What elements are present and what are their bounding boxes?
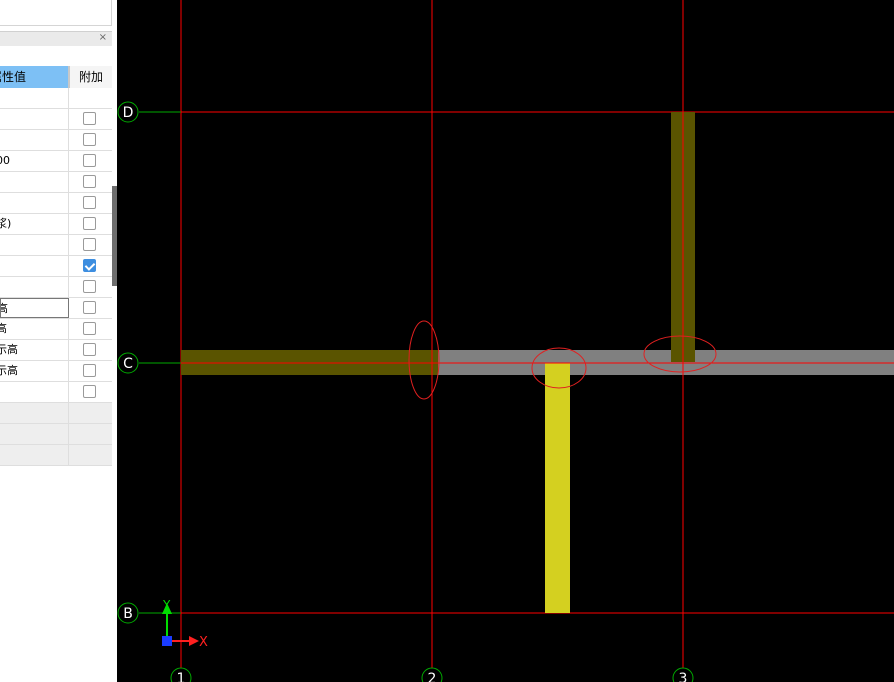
property-value-cell[interactable]: 示高 xyxy=(0,361,69,381)
attach-checkbox[interactable] xyxy=(83,175,96,188)
property-row[interactable] xyxy=(0,88,112,109)
drawing-svg[interactable]: D C B 1 2 3 Y X xyxy=(117,0,894,682)
property-row[interactable] xyxy=(0,193,112,214)
property-row[interactable] xyxy=(0,130,112,151)
property-value-text: 高 xyxy=(1,299,8,317)
property-value-cell[interactable]: 高 xyxy=(0,319,69,339)
property-value-cell[interactable] xyxy=(0,88,69,108)
property-row[interactable] xyxy=(0,109,112,130)
property-value-cell[interactable] xyxy=(0,403,69,423)
property-value-text: 00 xyxy=(0,154,10,167)
property-row[interactable] xyxy=(0,382,112,403)
property-value-cell[interactable]: 浆) xyxy=(0,214,69,234)
attach-checkbox[interactable] xyxy=(83,133,96,146)
attach-checkbox[interactable] xyxy=(83,259,96,272)
attach-checkbox[interactable] xyxy=(83,322,96,335)
property-row[interactable]: 高 xyxy=(0,298,112,319)
svg-text:1: 1 xyxy=(177,671,186,682)
property-value-cell[interactable] xyxy=(0,424,69,444)
property-row[interactable] xyxy=(0,172,112,193)
axis-bubble-row-B[interactable]: B xyxy=(117,602,139,624)
attach-checkbox[interactable] xyxy=(83,385,96,398)
property-row[interactable] xyxy=(0,256,112,277)
property-panel-titlebar: × xyxy=(0,31,112,46)
attach-cell xyxy=(69,424,112,444)
axis-bubble-col-2[interactable]: 2 xyxy=(421,667,443,682)
svg-text:B: B xyxy=(123,606,133,622)
property-value-text: 浆) xyxy=(0,217,12,230)
property-value-cell[interactable]: 示高 xyxy=(0,340,69,360)
property-row[interactable]: 00 xyxy=(0,151,112,172)
beam-selected-col[interactable] xyxy=(545,363,570,613)
attach-checkbox[interactable] xyxy=(83,364,96,377)
property-row[interactable] xyxy=(0,403,112,424)
app-window: × 属性值 附加 00浆)高高示高示高 xyxy=(0,0,894,682)
attach-checkbox[interactable] xyxy=(83,343,96,356)
svg-text:C: C xyxy=(123,356,133,372)
property-row[interactable]: 示高 xyxy=(0,340,112,361)
attach-cell xyxy=(69,445,112,465)
axis-bubble-col-3[interactable]: 3 xyxy=(672,667,694,682)
property-row[interactable] xyxy=(0,424,112,445)
property-value-cell[interactable] xyxy=(0,445,69,465)
property-value-text: 示高 xyxy=(0,364,18,377)
property-panel: × 属性值 附加 00浆)高高示高示高 xyxy=(0,0,114,682)
property-value-cell[interactable] xyxy=(0,256,69,276)
property-row[interactable]: 高 xyxy=(0,319,112,340)
property-value-cell[interactable] xyxy=(0,130,69,150)
property-row[interactable]: 浆) xyxy=(0,214,112,235)
close-icon[interactable]: × xyxy=(99,31,107,45)
property-row[interactable]: 示高 xyxy=(0,361,112,382)
property-value-text: 高 xyxy=(0,319,7,339)
attach-checkbox[interactable] xyxy=(83,301,96,314)
property-value-cell[interactable] xyxy=(0,109,69,129)
svg-text:D: D xyxy=(123,105,134,121)
property-row[interactable] xyxy=(0,235,112,256)
property-value-cell[interactable]: 00 xyxy=(0,151,69,171)
axis-bubble-col-1[interactable]: 1 xyxy=(170,667,192,682)
attach-checkbox[interactable] xyxy=(83,238,96,251)
svg-text:2: 2 xyxy=(428,671,437,682)
property-value-text: 示高 xyxy=(0,343,18,356)
property-value-cell[interactable] xyxy=(0,172,69,192)
attach-checkbox[interactable] xyxy=(83,154,96,167)
property-row[interactable] xyxy=(0,277,112,298)
ucs-y-label: Y xyxy=(162,598,171,612)
property-value-cell[interactable] xyxy=(0,235,69,255)
attach-checkbox[interactable] xyxy=(83,280,96,293)
axis-bubble-row-C[interactable]: C xyxy=(117,352,139,374)
property-value-cell[interactable] xyxy=(0,277,69,297)
attach-cell xyxy=(69,403,112,423)
axis-bubble-row-D[interactable]: D xyxy=(117,101,139,123)
attach-checkbox[interactable] xyxy=(83,196,96,209)
property-value-cell[interactable] xyxy=(0,382,69,402)
attach-checkbox[interactable] xyxy=(83,112,96,125)
property-value-cell[interactable]: 高 xyxy=(0,298,69,318)
column-header-attach[interactable]: 附加 xyxy=(69,66,112,88)
property-value-cell[interactable] xyxy=(0,193,69,213)
property-row[interactable] xyxy=(0,445,112,466)
column-header-value[interactable]: 属性值 xyxy=(0,66,69,88)
property-table-header: 属性值 附加 xyxy=(0,66,112,88)
ucs-axis-icon: Y X xyxy=(162,598,208,650)
svg-text:3: 3 xyxy=(679,671,688,682)
attach-cell xyxy=(69,88,112,108)
ucs-x-label: X xyxy=(199,635,208,650)
top-panel-box xyxy=(0,0,112,26)
attach-checkbox[interactable] xyxy=(83,217,96,230)
cad-canvas[interactable]: D C B 1 2 3 Y X xyxy=(117,0,894,682)
